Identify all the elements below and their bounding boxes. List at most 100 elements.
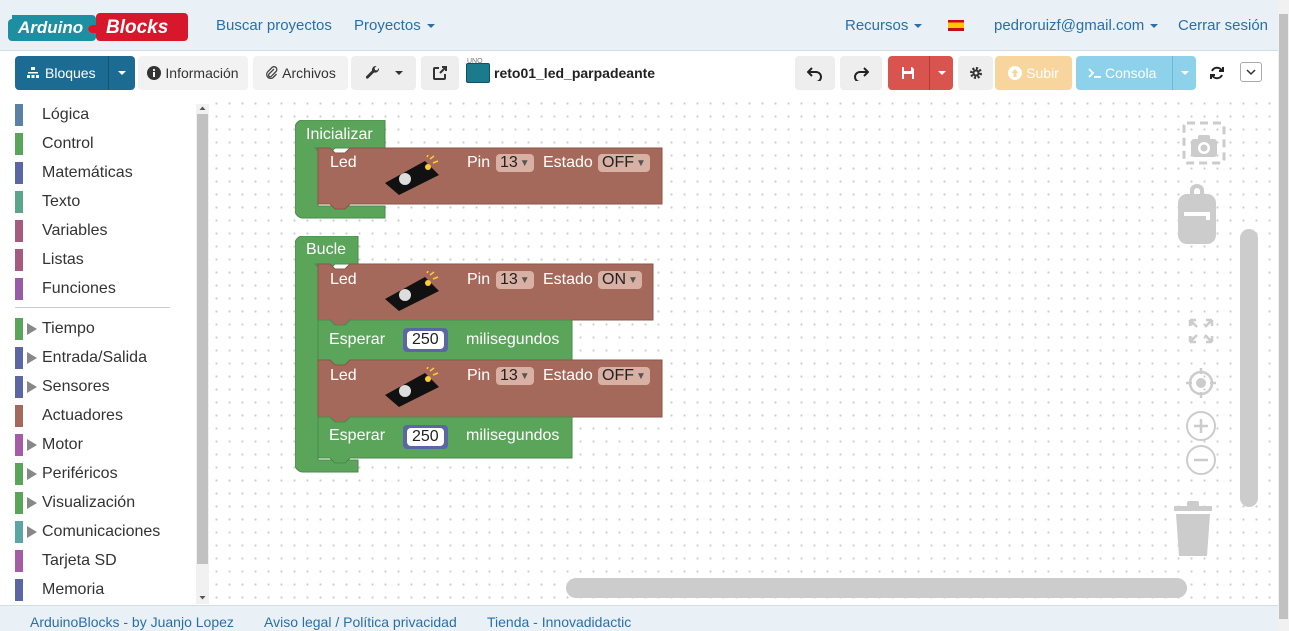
scroll-down-arrow-icon[interactable] — [196, 594, 209, 602]
share-icon — [433, 66, 447, 80]
expand-triangle-icon[interactable] — [27, 496, 37, 509]
footer-link-author[interactable]: ArduinoBlocks - by Juanjo Lopez — [30, 614, 234, 630]
estado-value: OFF — [602, 367, 634, 384]
undo-button[interactable] — [795, 56, 835, 90]
toolbox-item-motor[interactable]: Motor — [15, 430, 83, 459]
save-button[interactable] — [888, 56, 953, 90]
toolbox-item-control[interactable]: Control — [15, 129, 94, 158]
toolbox-item-label: Texto — [42, 192, 81, 210]
estado-dropdown[interactable]: OFF ▼ — [598, 367, 650, 385]
nav-proyectos-dropdown[interactable]: Proyectos — [354, 17, 435, 34]
pin-label: Pin — [467, 271, 491, 288]
spain-flag-icon[interactable] — [948, 20, 964, 31]
dropdown-arrow-icon: ▼ — [519, 157, 530, 169]
expand-triangle-icon[interactable] — [27, 380, 37, 393]
project-name-area[interactable]: reto01_led_parpadeante — [466, 59, 655, 87]
bloques-button[interactable]: Bloques — [15, 56, 135, 90]
bloques-dropdown-toggle[interactable] — [108, 56, 135, 90]
toolbox-scroll-thumb[interactable] — [197, 114, 208, 564]
toolbox-item-label: Variables — [42, 221, 108, 239]
toolbox-item-memoria[interactable]: Memoria — [15, 575, 104, 604]
expand-triangle-icon[interactable] — [27, 438, 37, 451]
zoom-in-icon[interactable] — [1185, 410, 1217, 442]
bloques-label: Bloques — [45, 65, 96, 81]
toolbox-item-tiempo[interactable]: Tiempo — [15, 314, 95, 343]
toolbox-item-comunicaciones[interactable]: Comunicaciones — [15, 517, 160, 546]
expand-triangle-icon[interactable] — [27, 322, 37, 335]
consola-dropdown-toggle[interactable] — [1172, 56, 1196, 90]
toolbox-item-matematicas[interactable]: Matemáticas — [15, 158, 133, 187]
project-title: reto01_led_parpadeante — [494, 65, 656, 81]
category-swatch — [15, 317, 23, 340]
led-module-image — [385, 155, 439, 195]
category-swatch — [15, 491, 23, 514]
toolbox-scrollbar[interactable] — [196, 104, 209, 604]
upload-circle-icon — [1008, 66, 1023, 80]
arduinoblocks-logo[interactable]: Arduino Blocks — [8, 9, 188, 43]
workspace-vertical-scrollbar[interactable] — [1240, 229, 1258, 507]
nav-buscar-proyectos[interactable]: Buscar proyectos — [216, 17, 332, 34]
footer-link-legal[interactable]: Aviso legal / Política privacidad — [264, 614, 457, 630]
toolbox-item-logica[interactable]: Lógica — [15, 100, 89, 129]
expand-triangle-icon[interactable] — [27, 467, 37, 480]
nav-recursos-dropdown[interactable]: Recursos — [845, 17, 923, 34]
nav-user-dropdown[interactable]: pedroruizf@gmail.com — [994, 17, 1159, 34]
save-dropdown-toggle[interactable] — [929, 56, 953, 90]
led-label: Led — [330, 367, 357, 384]
page-scrollbar[interactable] — [1278, 0, 1289, 631]
pin-dropdown[interactable]: 13 ▼ — [496, 367, 534, 385]
category-swatch — [15, 190, 23, 213]
toolbox-item-variables[interactable]: Variables — [15, 216, 108, 245]
toolbox-item-label: Periféricos — [42, 464, 118, 482]
estado-dropdown[interactable]: OFF ▼ — [598, 154, 650, 172]
fullscreen-icon[interactable] — [1188, 318, 1214, 344]
toolbox-item-funciones[interactable]: Funciones — [15, 274, 116, 303]
zoom-out-icon[interactable] — [1185, 444, 1217, 476]
dropdown-arrow-icon: ▼ — [628, 274, 638, 286]
archivos-button[interactable]: Archivos — [253, 56, 348, 90]
toolbox-item-entrada-salida[interactable]: Entrada/Salida — [15, 343, 147, 372]
scroll-up-arrow-icon[interactable] — [196, 104, 209, 112]
toolbox-item-listas[interactable]: Listas — [15, 245, 84, 274]
pin-label: Pin — [467, 154, 491, 171]
toolbox-item-label: Actuadores — [42, 406, 123, 424]
toolbox-item-perifericos[interactable]: Periféricos — [15, 459, 118, 488]
collapse-toolbar-button[interactable] — [1240, 62, 1262, 82]
paperclip-icon — [266, 66, 278, 79]
settings-button[interactable] — [958, 56, 993, 90]
subir-button[interactable]: Subir — [995, 56, 1072, 90]
estado-dropdown[interactable]: ON ▼ — [598, 271, 642, 289]
toolbox-item-tarjeta-sd[interactable]: Tarjeta SD — [15, 546, 117, 575]
wait-ms-input[interactable]: 250 — [403, 328, 448, 352]
refresh-button[interactable] — [1199, 56, 1235, 90]
screenshot-camera-icon[interactable] — [1182, 121, 1226, 165]
pin-dropdown[interactable]: 13 ▼ — [496, 154, 534, 172]
toolbox-item-actuadores[interactable]: Actuadores — [15, 401, 123, 430]
toolbox-item-visualizacion[interactable]: Visualización — [15, 488, 135, 517]
wait-ms-input[interactable]: 250 — [403, 425, 448, 449]
chevron-down-icon — [426, 24, 435, 29]
expand-triangle-icon[interactable] — [27, 351, 37, 364]
backpack-icon[interactable] — [1176, 184, 1218, 246]
chevron-down-icon — [937, 71, 946, 75]
workspace-horizontal-scrollbar[interactable] — [566, 578, 1187, 598]
toolbox-item-label: Visualización — [42, 493, 136, 511]
redo-button[interactable] — [840, 56, 882, 90]
center-target-icon[interactable] — [1185, 367, 1217, 399]
toolbox-item-sensores[interactable]: Sensores — [15, 372, 110, 401]
chevron-down-icon — [914, 24, 923, 29]
toolbox-item-texto[interactable]: Texto — [15, 187, 80, 216]
pin-dropdown[interactable]: 13 ▼ — [496, 271, 534, 289]
tools-dropdown-button[interactable] — [351, 56, 416, 90]
informacion-button[interactable]: Información — [138, 56, 248, 90]
dropdown-arrow-icon: ▼ — [636, 157, 646, 169]
consola-button[interactable]: Consola — [1076, 56, 1196, 90]
nav-cerrar-sesion[interactable]: Cerrar sesión — [1178, 17, 1268, 34]
category-swatch — [15, 433, 23, 456]
footer-link-shop[interactable]: Tienda - Innovadidactic — [487, 614, 631, 630]
blockly-workspace[interactable]: Inicializar Led Pin 13 ▼ Estado OFF ▼ Bucl… — [210, 97, 1278, 605]
page-scroll-thumb[interactable] — [1279, 14, 1288, 619]
trash-can-icon[interactable] — [1172, 500, 1214, 558]
expand-triangle-icon[interactable] — [27, 525, 37, 538]
share-button[interactable] — [421, 56, 459, 90]
